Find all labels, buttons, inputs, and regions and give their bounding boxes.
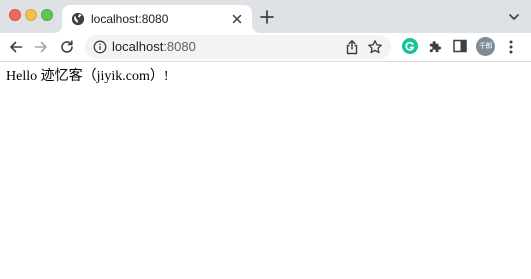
plus-icon[interactable]	[259, 9, 275, 25]
reload-icon[interactable]	[59, 39, 75, 55]
close-window-button[interactable]	[9, 9, 21, 21]
arrow-right-icon[interactable]	[33, 39, 49, 55]
side-panel-icon[interactable]	[453, 39, 467, 53]
avatar[interactable]: 千郎	[476, 37, 495, 56]
tab-title: localhost:8080	[91, 12, 169, 26]
url-port: :8080	[163, 39, 196, 54]
page-body-text: Hello 迹忆客（jiyik.com）!	[6, 69, 169, 84]
close-icon[interactable]	[230, 12, 244, 26]
share-icon[interactable]	[345, 39, 359, 55]
maximize-window-button[interactable]	[41, 9, 53, 21]
address-bar[interactable]: localhost:8080	[85, 35, 391, 59]
browser-window: localhost:8080 localhost:8080 千郎 Hello 迹…	[0, 0, 531, 279]
kebab-menu-icon[interactable]	[504, 39, 518, 55]
url-text[interactable]: localhost:8080	[112, 39, 196, 55]
tab-strip: localhost:8080	[0, 0, 531, 33]
star-icon[interactable]	[367, 39, 383, 55]
chevron-down-icon[interactable]	[508, 11, 520, 23]
globe-icon	[71, 12, 85, 26]
grammarly-icon[interactable]	[402, 38, 418, 54]
info-icon[interactable]	[93, 40, 107, 54]
tab-active[interactable]: localhost:8080	[62, 5, 252, 33]
puzzle-icon[interactable]	[428, 39, 443, 54]
url-host: localhost	[112, 39, 164, 54]
arrow-left-icon[interactable]	[8, 39, 24, 55]
page-content: Hello 迹忆客（jiyik.com）!	[0, 62, 531, 279]
minimize-window-button[interactable]	[25, 9, 37, 21]
toolbar: localhost:8080 千郎	[0, 33, 531, 62]
